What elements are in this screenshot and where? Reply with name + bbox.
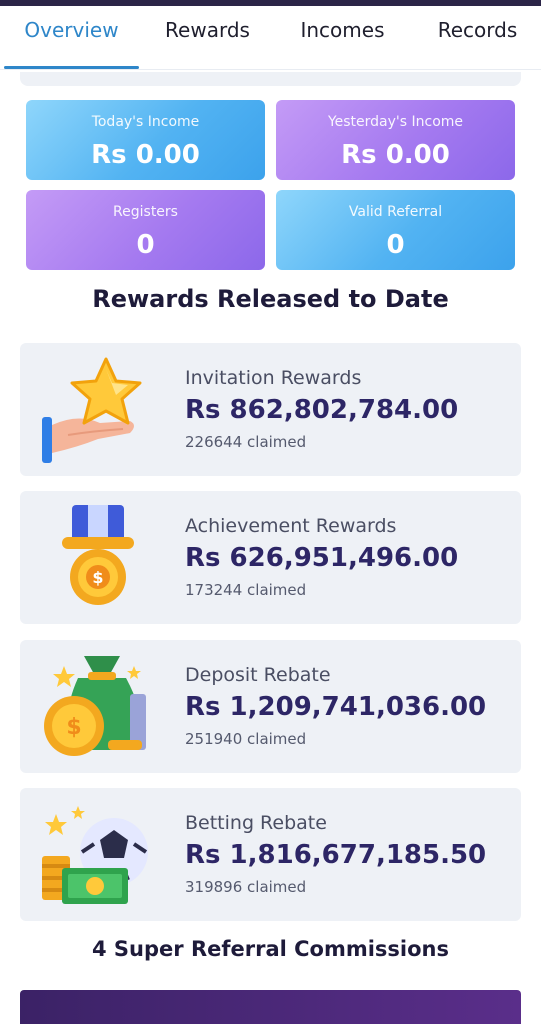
registers-card[interactable]: Registers 0 — [26, 190, 265, 270]
tab-overview[interactable]: Overview — [4, 0, 139, 62]
tab-divider — [0, 69, 541, 70]
svg-text:$: $ — [92, 568, 103, 587]
super-referral-title: 4 Super Referral Commissions — [92, 937, 449, 961]
registers-value: 0 — [136, 230, 155, 260]
yesterday-income-value: Rs 0.00 — [341, 140, 450, 170]
reward-amount: Rs 626,951,496.00 — [185, 543, 459, 573]
soccer-cash-icon — [38, 800, 158, 910]
medal-icon: $ — [38, 503, 158, 613]
rewards-section-title: Rewards Released to Date — [92, 285, 449, 313]
today-income-value: Rs 0.00 — [91, 140, 200, 170]
tab-rewards[interactable]: Rewards — [140, 0, 275, 62]
yesterday-income-label: Yesterday's Income — [327, 114, 464, 130]
reward-name: Invitation Rewards — [185, 367, 362, 389]
tab-records[interactable]: Records — [410, 0, 541, 62]
yesterday-income-card[interactable]: Yesterday's Income Rs 0.00 — [276, 100, 515, 180]
scroll-remnant-card — [20, 72, 521, 86]
svg-text:$: $ — [66, 715, 81, 740]
reward-name: Betting Rebate — [185, 812, 327, 834]
valid-referral-card[interactable]: Valid Referral 0 — [276, 190, 515, 270]
reward-claimed-count: 173244 claimed — [185, 581, 307, 599]
tab-incomes[interactable]: Incomes — [275, 0, 410, 62]
commission-banner[interactable] — [20, 990, 521, 1024]
valid-referral-value: 0 — [386, 230, 405, 260]
reward-amount: Rs 1,816,677,185.50 — [185, 840, 487, 870]
reward-name: Deposit Rebate — [185, 664, 331, 686]
reward-claimed-count: 226644 claimed — [185, 433, 307, 451]
reward-amount: Rs 1,209,741,036.00 — [185, 692, 487, 722]
reward-name: Achievement Rewards — [185, 515, 397, 537]
reward-card-invitation[interactable]: Invitation Rewards Rs 862,802,784.00 226… — [20, 343, 521, 476]
reward-card-betting[interactable]: Betting Rebate Rs 1,816,677,185.50 31989… — [20, 788, 521, 921]
reward-card-deposit[interactable]: $ Deposit Rebate Rs 1,209,741,036.00 251… — [20, 640, 521, 773]
today-income-label: Today's Income — [91, 114, 200, 130]
registers-label: Registers — [113, 204, 178, 220]
reward-amount: Rs 862,802,784.00 — [185, 395, 459, 425]
money-bag-icon: $ — [38, 652, 158, 762]
reward-claimed-count: 251940 claimed — [185, 730, 307, 748]
valid-referral-label: Valid Referral — [348, 204, 443, 220]
reward-claimed-count: 319896 claimed — [185, 878, 307, 896]
reward-card-achievement[interactable]: $ Achievement Rewards Rs 626,951,496.00 … — [20, 491, 521, 624]
today-income-card[interactable]: Today's Income Rs 0.00 — [26, 100, 265, 180]
star-hand-icon — [38, 355, 158, 465]
